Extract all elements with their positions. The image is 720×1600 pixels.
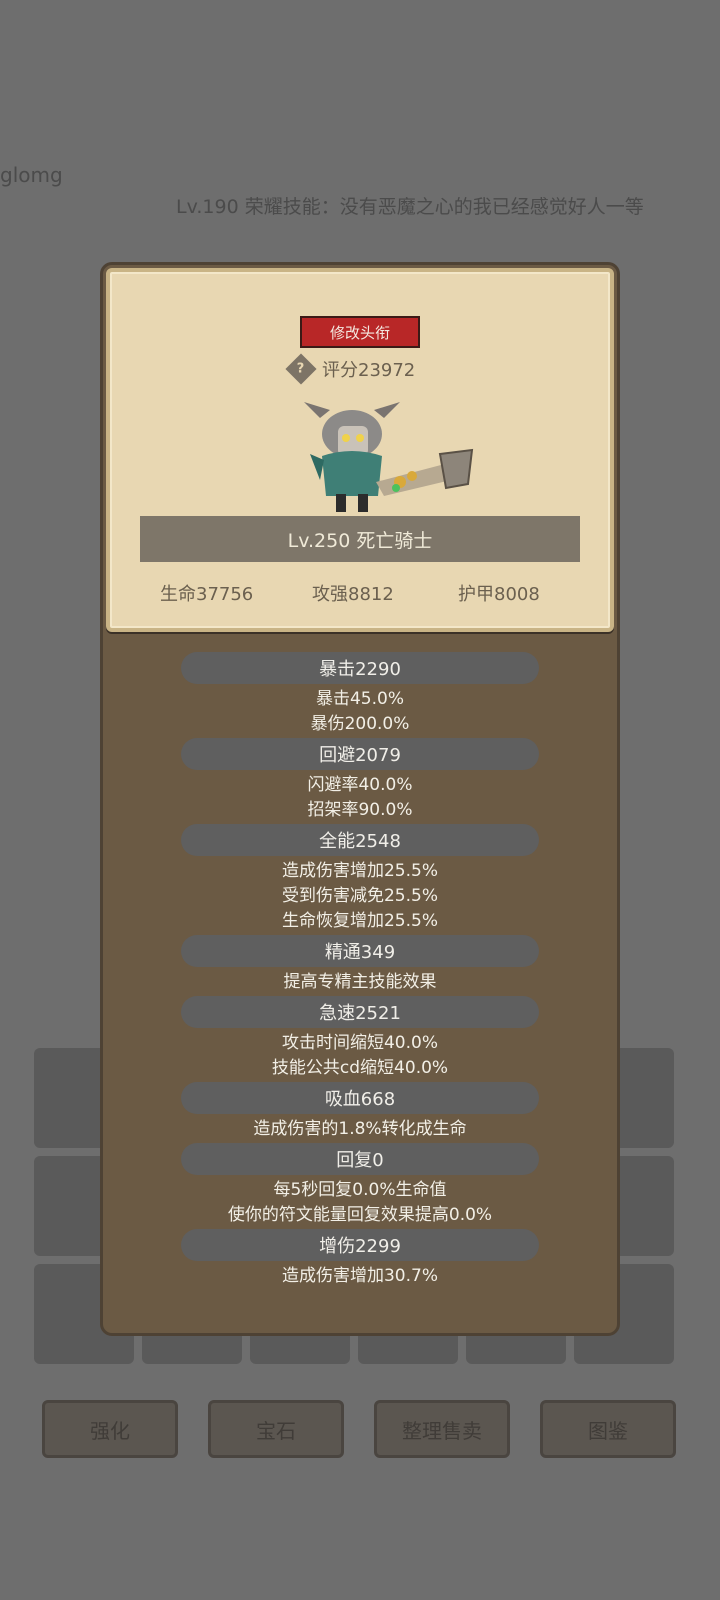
attr-line: 技能公共cd缩短40.0% (271, 1058, 449, 1078)
life-stat: 生命37756 (160, 584, 254, 605)
attr-line: 闪避率40.0% (307, 775, 413, 795)
attr-line: 造成伤害增加25.5% (281, 861, 438, 881)
attr-head-haste: 急速2521 (181, 996, 539, 1028)
armor-stat: 护甲8008 (458, 584, 540, 605)
score-row: ? 评分23972 (285, 353, 416, 385)
attr-head-regen: 回复0 (181, 1143, 539, 1175)
attr-line: 提高专精主技能效果 (283, 972, 437, 992)
attr-line: 使你的符文能量回复效果提高0.0% (227, 1205, 493, 1225)
attr-head-mastery: 精通349 (181, 935, 539, 967)
player-name: glomg (0, 163, 63, 187)
player-title-line: Lv.190 荣耀技能：没有恶魔之心的我已经感觉好人一等 (176, 196, 644, 218)
attr-line: 每5秒回复0.0%生命值 (273, 1180, 447, 1200)
attr-head-damage-bonus: 增伤2299 (181, 1229, 539, 1261)
attr-line: 暴伤200.0% (310, 714, 410, 734)
attr-line: 造成伤害的1.8%转化成生命 (253, 1119, 467, 1139)
attr-line: 受到伤害减免25.5% (281, 886, 438, 906)
attr-line: 招架率90.0% (307, 800, 413, 820)
attr-head-versatility: 全能2548 (181, 824, 539, 856)
edit-title-button[interactable]: 修改头衔 (300, 316, 420, 348)
attr-head-crit: 暴击2290 (181, 652, 539, 684)
attack-stat: 攻强8812 (312, 584, 394, 605)
score-text: 评分23972 (322, 360, 416, 381)
attribute-list: 暴击2290 暴击45.0% 暴伤200.0% 回避2079 闪避率40.0% … (100, 648, 620, 1286)
attr-line: 暴击45.0% (315, 689, 404, 709)
sort-sell-button: 整理售卖 (374, 1400, 510, 1458)
enhance-button: 强化 (42, 1400, 178, 1458)
help-icon[interactable]: ? (285, 353, 317, 385)
character-name-level: Lv.250 死亡骑士 (140, 516, 580, 562)
attr-head-avoid: 回避2079 (181, 738, 539, 770)
gem-button: 宝石 (208, 1400, 344, 1458)
attr-head-lifesteal: 吸血668 (181, 1082, 539, 1114)
attr-line: 攻击时间缩短40.0% (281, 1033, 438, 1053)
attr-line: 造成伤害增加30.7% (281, 1266, 438, 1286)
codex-button: 图鉴 (540, 1400, 676, 1458)
attr-line: 生命恢复增加25.5% (281, 911, 438, 931)
death-knight-avatar (304, 402, 474, 512)
